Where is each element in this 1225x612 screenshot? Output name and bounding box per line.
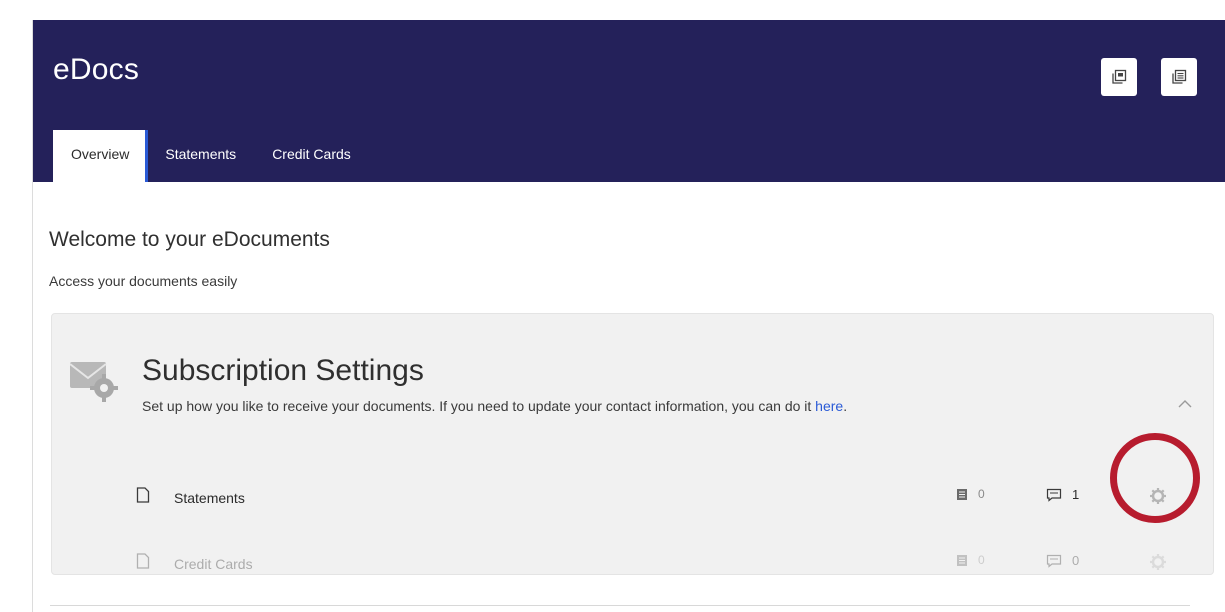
highlight-circle-annotation xyxy=(1110,433,1200,523)
document-icon xyxy=(136,553,150,569)
description-text: Set up how you like to receive your docu… xyxy=(142,398,816,414)
documents-icon xyxy=(1172,69,1187,84)
copy-document-button[interactable] xyxy=(1101,58,1137,96)
sms-count-group: 0 xyxy=(1046,553,1079,568)
welcome-subtitle: Access your documents easily xyxy=(49,273,238,289)
app-title: eDocs xyxy=(53,53,140,86)
email-document-icon xyxy=(957,554,967,566)
update-contact-link[interactable]: here xyxy=(815,398,843,414)
email-count-group: 0 xyxy=(956,487,985,501)
collapse-panel-button[interactable] xyxy=(1173,392,1197,416)
tab-credit-cards[interactable]: Credit Cards xyxy=(254,130,369,182)
app-window: eDocs Overview Statements Credit Cards W… xyxy=(32,20,1225,612)
subscription-settings-description: Set up how you like to receive your docu… xyxy=(142,398,847,414)
subscription-settings-panel: Subscription Settings Set up how you lik… xyxy=(51,313,1214,575)
copy-document-icon xyxy=(1112,69,1127,84)
welcome-heading: Welcome to your eDocuments xyxy=(49,228,330,251)
sms-count: 1 xyxy=(1072,487,1080,502)
envelope-gear-icon xyxy=(70,362,118,402)
email-count: 0 xyxy=(978,487,985,501)
subscription-settings-title: Subscription Settings xyxy=(142,354,424,387)
sms-count-group: 1 xyxy=(1046,487,1079,502)
settings-gear-icon[interactable] xyxy=(1148,552,1168,572)
email-document-icon xyxy=(957,488,967,500)
tab-overview[interactable]: Overview xyxy=(53,130,149,182)
email-count: 0 xyxy=(978,553,985,567)
row-label-credit-cards: Credit Cards xyxy=(174,556,253,572)
section-divider xyxy=(50,605,1190,606)
row-label-statements: Statements xyxy=(174,490,245,506)
subscription-row-statements: Statements 0 1 xyxy=(136,478,1196,518)
document-icon xyxy=(136,487,150,503)
email-count-group: 0 xyxy=(956,553,985,567)
chevron-up-icon xyxy=(1178,400,1192,408)
message-icon xyxy=(1046,554,1062,568)
subscription-row-credit-cards: Credit Cards 0 0 xyxy=(136,544,1196,584)
tab-bar: Overview Statements Credit Cards xyxy=(53,130,369,182)
app-header: eDocs Overview Statements Credit Cards xyxy=(33,20,1225,182)
documents-button[interactable] xyxy=(1161,58,1197,96)
message-icon xyxy=(1046,488,1062,502)
tab-statements[interactable]: Statements xyxy=(147,130,254,182)
sms-count: 0 xyxy=(1072,553,1080,568)
description-end: . xyxy=(843,398,848,414)
